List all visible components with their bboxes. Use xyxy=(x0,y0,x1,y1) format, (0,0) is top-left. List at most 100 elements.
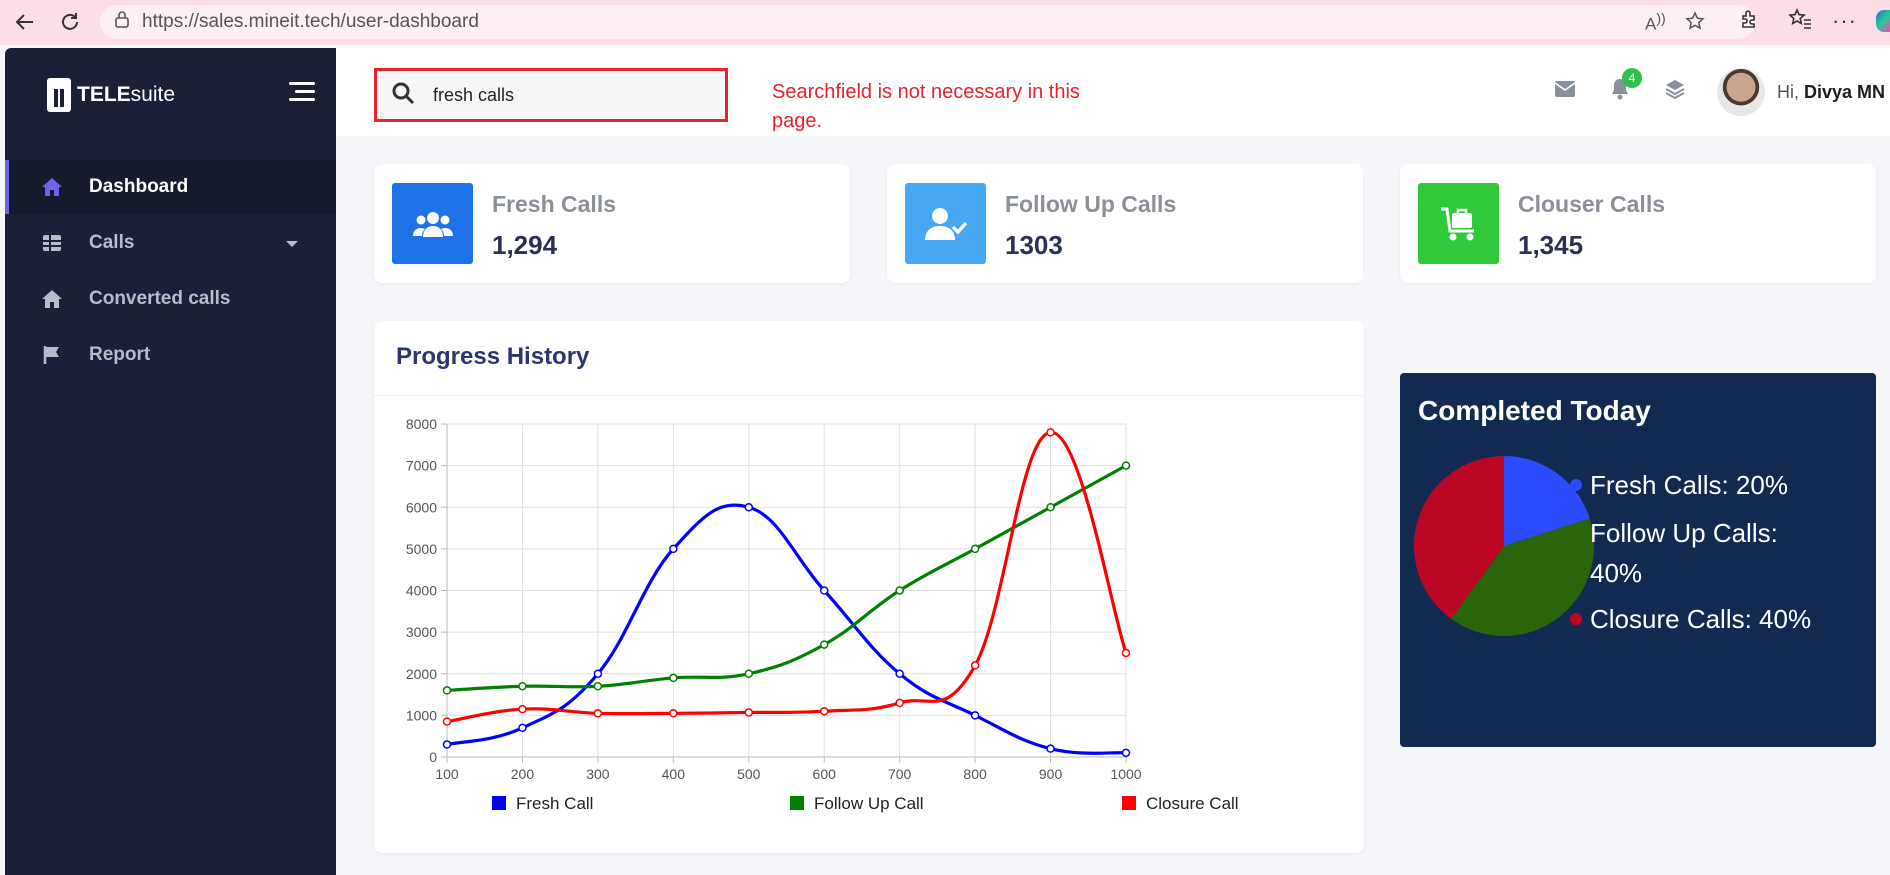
data-point xyxy=(1046,428,1055,437)
more-menu-icon[interactable]: ··· xyxy=(1832,8,1857,34)
x-tick-label: 900 xyxy=(1039,766,1063,782)
users-icon xyxy=(392,183,473,264)
data-point xyxy=(895,669,904,678)
notification-badge: 4 xyxy=(1622,68,1642,88)
data-point xyxy=(970,544,980,554)
greeting-prefix: Hi, xyxy=(1777,82,1799,102)
pie-legend-closure[interactable]: Closure Calls: 40% xyxy=(1568,599,1868,639)
legend-label: Follow Up Calls: 40% xyxy=(1590,518,1778,588)
layers-icon[interactable] xyxy=(1664,78,1686,105)
x-tick-label: 200 xyxy=(511,766,535,782)
data-point xyxy=(669,673,678,683)
progress-line-chart: 0 1000 2000 3000 4000 5000 6000 7000 8000 100 200 3… xyxy=(406,416,1239,813)
back-icon[interactable] xyxy=(6,3,44,41)
data-point xyxy=(1121,648,1131,658)
stat-card-fresh-calls[interactable]: Fresh Calls 1,294 xyxy=(374,164,850,283)
x-tick-label: 300 xyxy=(586,766,610,782)
x-tick-label: 800 xyxy=(963,766,987,782)
avatar[interactable] xyxy=(1717,68,1765,116)
data-point xyxy=(1121,748,1131,758)
data-point xyxy=(593,709,603,718)
sidebar-item-dashboard[interactable]: Dashboard xyxy=(5,160,336,214)
data-point xyxy=(744,669,754,678)
sidebar-item-label: Calls xyxy=(89,232,135,253)
logo-text-bold: TELE xyxy=(77,83,131,106)
legend-swatch xyxy=(790,796,804,810)
caret-down-icon xyxy=(286,241,298,247)
data-point xyxy=(895,698,904,708)
x-tick-label: 1000 xyxy=(1110,766,1141,782)
favorite-star-icon[interactable] xyxy=(1685,11,1705,37)
y-tick-label: 6000 xyxy=(406,499,437,515)
sidebar-item-calls[interactable]: Calls xyxy=(5,216,336,270)
luggage-icon xyxy=(1418,183,1499,264)
y-tick-label: 8000 xyxy=(406,416,437,432)
address-bar[interactable]: https://sales.mineit.tech/user-dashboard… xyxy=(100,5,1755,39)
y-tick-label: 1000 xyxy=(406,707,437,723)
search-input[interactable] xyxy=(433,84,693,106)
y-tick-label: 4000 xyxy=(406,583,437,599)
series-line-follow-up-call xyxy=(446,464,1127,692)
logo-mark-icon xyxy=(47,78,71,112)
completed-today-card: Completed Today Fresh Calls: 20% Follow … xyxy=(1400,373,1876,747)
user-name: Divya MN xyxy=(1804,82,1886,102)
stat-title: Clouser Calls xyxy=(1518,191,1665,217)
read-aloud-icon[interactable]: A)) xyxy=(1645,11,1666,35)
legend-dot xyxy=(1566,547,1578,559)
legend-swatch xyxy=(492,796,506,810)
logo-text-light: suite xyxy=(130,83,176,106)
hamburger-menu-icon[interactable] xyxy=(289,82,315,102)
refresh-icon[interactable] xyxy=(51,3,89,41)
x-tick-label: 400 xyxy=(662,766,686,782)
data-point xyxy=(442,686,452,695)
flag-icon xyxy=(41,344,63,366)
pie-legend-fresh[interactable]: Fresh Calls: 20% xyxy=(1568,465,1868,505)
progress-history-panel: Progress History 0 1000 2000 3000 4000 5000 60… xyxy=(374,321,1364,853)
y-tick-label: 3000 xyxy=(406,624,437,640)
legend-label: Fresh Calls: 20% xyxy=(1590,470,1788,500)
logo[interactable]: TELE suite xyxy=(47,78,175,112)
series-line-closure-call xyxy=(446,430,1128,724)
sidebar-menu: Dashboard Calls Converted calls Report xyxy=(5,160,336,384)
extensions-icon[interactable] xyxy=(1738,8,1760,35)
legend-label: Follow Up Call xyxy=(814,794,924,813)
data-point xyxy=(819,706,829,716)
user-check-icon xyxy=(905,183,986,264)
lock-icon xyxy=(114,10,130,34)
top-header: Searchfield is not necessary in this pag… xyxy=(336,48,1890,136)
legend-dot xyxy=(1570,479,1582,491)
user-greeting[interactable]: Hi, Divya MN xyxy=(1777,82,1885,103)
sidebar: TELE suite Dashboard Calls Converted call… xyxy=(5,48,336,875)
y-tick-label: 5000 xyxy=(406,541,437,557)
sidebar-item-report[interactable]: Report xyxy=(5,328,336,382)
stat-title: Fresh Calls xyxy=(492,191,616,217)
stat-value: 1303 xyxy=(1005,230,1063,260)
data-point xyxy=(669,709,678,718)
stat-value: 1,294 xyxy=(492,230,558,260)
sidebar-item-label: Report xyxy=(89,344,151,365)
pie-legend-follow-up[interactable]: Follow Up Calls: 40% xyxy=(1566,513,1818,593)
y-tick-label: 2000 xyxy=(406,666,437,682)
data-point xyxy=(442,717,452,726)
legend-label: Closure Calls: 40% xyxy=(1590,604,1812,634)
copilot-icon[interactable] xyxy=(1876,10,1890,32)
favorites-icon[interactable] xyxy=(1788,7,1812,35)
data-point xyxy=(744,708,754,717)
browser-toolbar: https://sales.mineit.tech/user-dashboard… xyxy=(0,0,1890,45)
legend-label: Closure Call xyxy=(1146,794,1239,813)
data-point xyxy=(1046,744,1055,753)
data-point xyxy=(819,586,829,595)
url-text: https://sales.mineit.tech/user-dashboard xyxy=(142,11,479,32)
data-point xyxy=(442,740,452,749)
search-icon[interactable] xyxy=(391,81,415,110)
stat-card-clouser-calls[interactable]: Clouser Calls 1,345 xyxy=(1400,164,1876,283)
data-point xyxy=(819,640,829,649)
sidebar-item-converted-calls[interactable]: Converted calls xyxy=(5,272,336,326)
data-point xyxy=(518,704,527,714)
stat-card-follow-up-calls[interactable]: Follow Up Calls 1303 xyxy=(887,164,1363,283)
y-tick-label: 0 xyxy=(429,749,437,765)
completed-title: Completed Today xyxy=(1418,395,1651,426)
sidebar-item-label: Dashboard xyxy=(89,176,189,197)
x-tick-label: 100 xyxy=(435,766,459,782)
mail-icon[interactable] xyxy=(1554,80,1576,103)
